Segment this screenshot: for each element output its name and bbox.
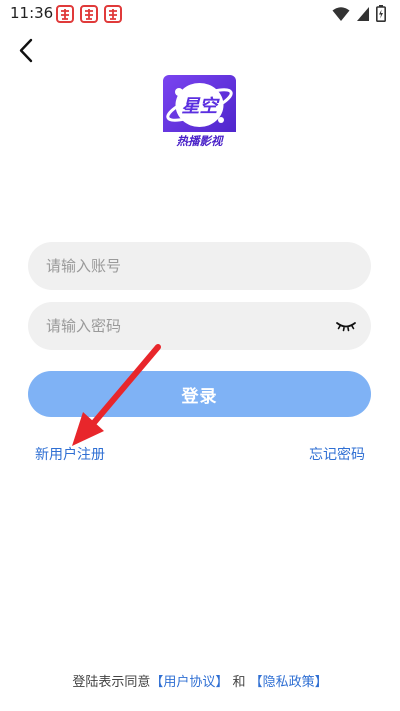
logo-title: 星空 <box>182 96 221 117</box>
agreement-prefix: 登陆表示同意 <box>72 675 151 690</box>
login-button[interactable]: 登录 <box>28 371 371 417</box>
back-button[interactable] <box>12 36 42 66</box>
password-field <box>28 302 371 350</box>
account-input[interactable] <box>46 242 326 290</box>
password-input[interactable] <box>46 302 326 350</box>
signal-icon <box>357 6 369 21</box>
chevron-left-icon <box>19 38 33 63</box>
app-notification-icon <box>80 5 98 23</box>
logo-subtitle: 热播影视 <box>176 134 225 148</box>
forgot-password-link[interactable]: 忘记密码 <box>309 444 365 464</box>
password-visibility-toggle[interactable] <box>335 316 357 336</box>
user-agreement-link[interactable]: 【用户协议】 <box>150 675 228 690</box>
eye-closed-icon <box>336 322 356 332</box>
register-link[interactable]: 新用户注册 <box>35 444 105 464</box>
app-notification-icon <box>104 5 122 23</box>
app-logo: 星空 热播影视 <box>163 75 236 148</box>
agreement-text: 登陆表示同意【用户协议】 和 【隐私政策】 <box>0 671 400 690</box>
agreement-conjunction: 和 <box>232 675 246 690</box>
account-field <box>28 242 371 290</box>
battery-icon <box>376 5 386 22</box>
privacy-policy-link[interactable]: 【隐私政策】 <box>250 675 328 690</box>
status-bar: 11:36 <box>0 0 400 28</box>
status-time: 11:36 <box>10 4 54 22</box>
app-notification-icon <box>56 5 74 23</box>
wifi-icon <box>332 6 350 21</box>
